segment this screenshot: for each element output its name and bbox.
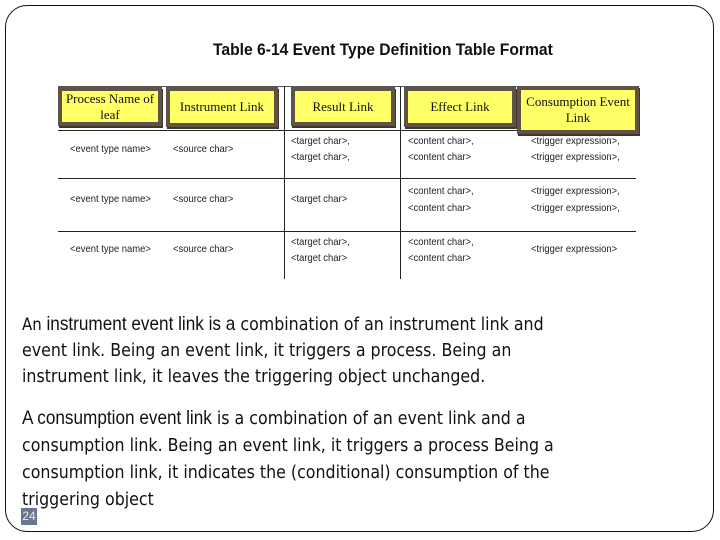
paragraph-line: event link. Being an event link, it trig… <box>22 340 512 361</box>
header-instrument-link: Instrument Link <box>166 87 278 127</box>
paragraph-text: combination of an instrument link and <box>235 314 544 335</box>
cell-trigger-expression: <trigger expression>, <box>531 135 620 147</box>
table-row-rule-2 <box>58 231 636 232</box>
cell-trigger-expression: <trigger expression>, <box>531 185 620 197</box>
paragraph-line: An instrument event link is a combinatio… <box>22 311 629 338</box>
cell-event-type-name: <event type name> <box>70 193 151 205</box>
header-result-link: Result Link <box>291 87 395 126</box>
table-col-rule-2 <box>400 86 401 279</box>
cell-source-char: <source char> <box>173 243 234 255</box>
consumption-event-link-term: A consumption event link <box>22 407 212 429</box>
cell-target-char: <target char> <box>291 252 348 264</box>
paragraph-line: triggering object <box>22 489 154 510</box>
cell-event-type-name: <event type name> <box>70 243 151 255</box>
paragraph-line: A consumption event link is a combinatio… <box>22 405 629 432</box>
header-effect-link: Effect Link <box>404 87 516 127</box>
cell-content-char: <content char> <box>408 151 472 163</box>
consumption-event-link-paragraph: A consumption event link is a combinatio… <box>22 405 712 513</box>
cell-content-char: <content char>, <box>408 135 474 147</box>
cell-trigger-expression: <trigger expression>, <box>531 151 620 163</box>
paragraph-prefix: An <box>22 315 47 335</box>
cell-target-char: <target char>, <box>291 236 350 248</box>
cell-trigger-expression: <trigger expression> <box>531 243 618 255</box>
cell-content-char: <content char> <box>408 202 472 214</box>
instrument-event-link-paragraph: An instrument event link is a combinatio… <box>22 311 712 390</box>
cell-trigger-expression: <trigger expression>, <box>531 202 620 214</box>
instrument-event-link-term: instrument event link is a <box>46 313 236 335</box>
table-row-rule-1 <box>58 178 636 179</box>
page-number-badge: 24 <box>21 508 37 525</box>
cell-content-char: <content char>, <box>408 185 474 197</box>
cell-source-char: <source char> <box>173 193 234 205</box>
cell-source-char: <source char> <box>173 143 234 155</box>
paragraph-line: consumption link, it indicates the (cond… <box>22 462 550 483</box>
cell-event-type-name: <event type name> <box>70 143 151 155</box>
table-title: Table 6-14 Event Type Definition Table F… <box>213 40 553 59</box>
cell-target-char: <target char> <box>291 193 348 205</box>
header-consumption-event-link: Consumption Event Link <box>517 86 639 134</box>
paragraph-line: instrument link, it leaves the triggerin… <box>22 366 486 387</box>
cell-content-char: <content char> <box>408 252 472 264</box>
cell-content-char: <content char>, <box>408 236 474 248</box>
cell-target-char: <target char>, <box>291 151 350 163</box>
table-col-rule-1 <box>284 86 285 279</box>
cell-target-char: <target char>, <box>291 135 350 147</box>
paragraph-line: consumption link. Being an event link, i… <box>22 435 554 456</box>
header-process-name-of-leaf: Process Name of leaf <box>58 87 162 126</box>
paragraph-text: is a combination of an event link and a <box>211 408 526 429</box>
